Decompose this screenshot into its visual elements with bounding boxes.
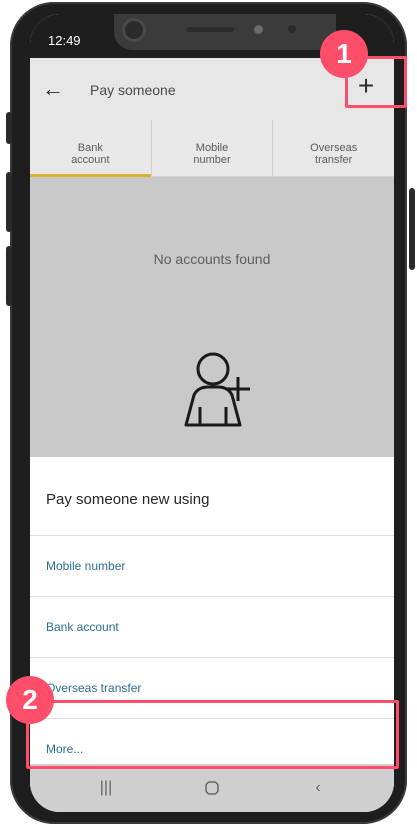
front-camera-icon — [122, 18, 146, 42]
back-button[interactable]: ← — [36, 72, 70, 106]
ambient-sensor-icon — [288, 25, 296, 33]
option-label: Mobile number — [46, 559, 126, 573]
tab-mobile-number[interactable]: Mobile number — [150, 120, 273, 176]
home-button[interactable] — [196, 774, 228, 802]
phone-power-button — [409, 188, 415, 270]
arrow-left-icon: ← — [42, 76, 64, 101]
proximity-sensor-icon — [254, 25, 263, 34]
phone-side-button — [6, 246, 12, 306]
home-icon — [205, 781, 219, 795]
sheet-title: Pay someone new using — [46, 491, 210, 508]
callout-badge-2: 2 — [6, 676, 54, 724]
tab-label: Mobile number — [193, 142, 231, 166]
tab-overseas-transfer[interactable]: Overseas transfer — [272, 120, 394, 176]
recent-apps-button[interactable]: ||| — [90, 774, 122, 802]
callout-badge-1: 1 — [320, 30, 368, 78]
callout-number: 1 — [336, 38, 352, 69]
recent-apps-icon: ||| — [99, 779, 113, 796]
phone-side-button — [6, 172, 12, 232]
page-title: Pay someone — [90, 82, 176, 98]
earpiece-speaker — [186, 27, 234, 32]
phone-side-button — [6, 112, 12, 144]
tab-label: Overseas transfer — [310, 142, 358, 166]
camera-notch — [114, 14, 336, 50]
payee-tabs: Bank account Mobile number Overseas tran… — [30, 120, 394, 177]
tab-label: Bank account — [71, 142, 110, 166]
status-time: 12:49 — [48, 33, 81, 48]
callout-number: 2 — [22, 684, 38, 715]
chevron-left-icon: ‹ — [315, 779, 321, 796]
tab-bank-account[interactable]: Bank account — [30, 120, 151, 177]
phone-screen: 12:49 ← Pay someone + Bank account Mobil… — [30, 14, 394, 812]
callout-box-more-option — [26, 700, 399, 769]
add-person-icon — [184, 352, 250, 427]
android-nav-bar: ||| ‹ — [30, 764, 394, 812]
option-mobile-number[interactable]: Mobile number — [30, 535, 394, 596]
option-label: Bank account — [46, 620, 119, 634]
empty-state-area: No accounts found — [30, 177, 394, 457]
option-bank-account[interactable]: Bank account — [30, 596, 394, 657]
system-back-button[interactable]: ‹ — [302, 774, 334, 802]
empty-state-text: No accounts found — [153, 251, 271, 267]
